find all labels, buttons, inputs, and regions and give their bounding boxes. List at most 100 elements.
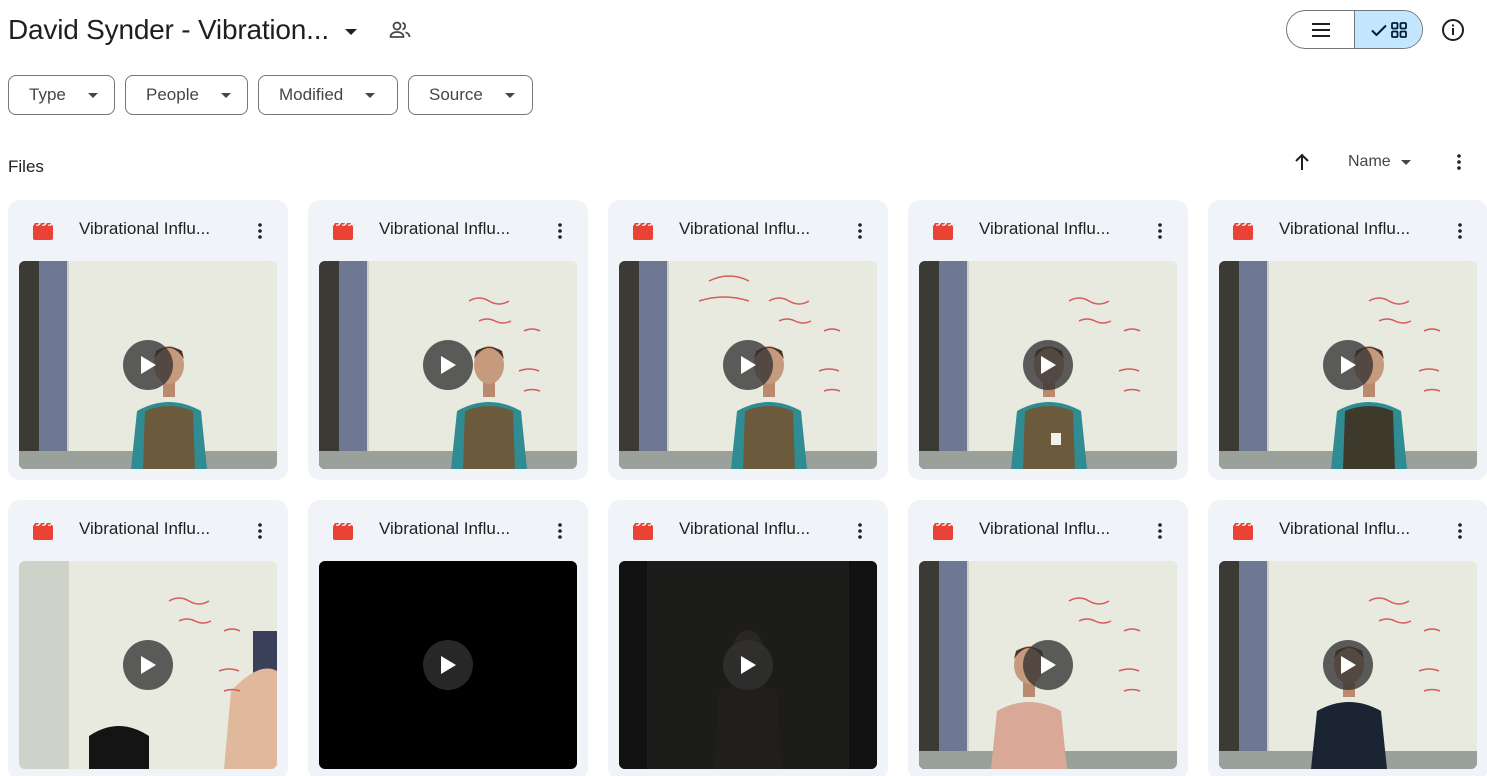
filter-modified-label: Modified [279, 85, 344, 104]
file-name: Vibrational Influ... [1279, 519, 1411, 538]
video-file-icon [1233, 523, 1253, 545]
play-button[interactable] [123, 640, 173, 690]
video-file-icon [633, 223, 653, 245]
chevron-down-icon [504, 92, 515, 98]
file-card-header: Vibrational Influ... [608, 500, 888, 560]
file-card-header: Vibrational Influ... [8, 200, 288, 260]
play-button[interactable] [423, 340, 473, 390]
grid-view-button[interactable] [1354, 11, 1422, 48]
play-button[interactable] [723, 340, 773, 390]
list-view-button[interactable] [1287, 11, 1354, 48]
play-icon [741, 356, 756, 374]
file-card[interactable]: Vibrational Influ... [908, 200, 1188, 480]
video-thumbnail[interactable] [619, 261, 877, 469]
file-more-options-button[interactable] [850, 220, 870, 242]
file-more-options-button[interactable] [550, 220, 570, 242]
file-name: Vibrational Influ... [679, 519, 811, 538]
play-button[interactable] [123, 340, 173, 390]
play-icon [141, 356, 156, 374]
more-options-button[interactable] [1449, 151, 1469, 173]
video-thumbnail[interactable] [919, 561, 1177, 769]
file-card-header: Vibrational Influ... [8, 500, 288, 560]
file-more-options-button[interactable] [1150, 520, 1170, 542]
filter-people-label: People [146, 85, 199, 104]
play-icon [1041, 656, 1056, 674]
sort-direction-button[interactable] [1291, 151, 1313, 173]
file-card-header: Vibrational Influ... [908, 500, 1188, 560]
play-button[interactable] [723, 640, 773, 690]
file-card-header: Vibrational Influ... [308, 200, 588, 260]
file-name: Vibrational Influ... [79, 219, 211, 238]
video-file-icon [33, 223, 53, 245]
chevron-down-icon [87, 92, 98, 98]
file-card[interactable]: Vibrational Influ... [308, 200, 588, 480]
filter-type-label: Type [29, 85, 66, 104]
file-more-options-button[interactable] [1450, 220, 1470, 242]
chevron-down-icon [365, 92, 376, 98]
more-vert-icon [258, 223, 262, 239]
file-card[interactable]: Vibrational Influ... [1208, 200, 1487, 480]
file-grid: Vibrational Influ... Vibrational Influ...… [8, 200, 1487, 776]
more-vert-icon [1158, 223, 1162, 239]
file-card-header: Vibrational Influ... [1208, 500, 1487, 560]
file-card[interactable]: Vibrational Influ... [1208, 500, 1487, 776]
play-icon [1341, 656, 1356, 674]
video-thumbnail[interactable] [919, 261, 1177, 469]
section-title: Files [8, 157, 44, 176]
play-button[interactable] [1323, 640, 1373, 690]
view-toggle [1286, 10, 1423, 49]
file-more-options-button[interactable] [250, 520, 270, 542]
more-vert-icon [1458, 223, 1462, 239]
video-thumbnail[interactable] [619, 561, 877, 769]
file-name: Vibrational Influ... [1279, 219, 1411, 238]
play-icon [441, 656, 456, 674]
more-vert-icon [1457, 154, 1461, 170]
file-more-options-button[interactable] [1150, 220, 1170, 242]
filter-people[interactable]: People [125, 75, 248, 115]
file-name: Vibrational Influ... [379, 519, 511, 538]
play-button[interactable] [1323, 340, 1373, 390]
filter-modified[interactable]: Modified [258, 75, 398, 115]
video-thumbnail[interactable] [19, 261, 277, 469]
header: David Synder - Vibration... [8, 10, 411, 50]
play-button[interactable] [1023, 640, 1073, 690]
more-vert-icon [1458, 523, 1462, 539]
video-thumbnail[interactable] [319, 261, 577, 469]
folder-menu-caret-icon[interactable] [344, 29, 357, 35]
filter-type[interactable]: Type [8, 75, 115, 115]
file-card[interactable]: Vibrational Influ... [8, 500, 288, 776]
play-icon [1341, 356, 1356, 374]
video-thumbnail[interactable] [319, 561, 577, 769]
sort-by-button[interactable]: Name [1348, 153, 1411, 171]
play-icon [741, 656, 756, 674]
video-thumbnail[interactable] [1219, 561, 1477, 769]
shared-people-icon[interactable] [389, 20, 411, 40]
info-button[interactable] [1440, 17, 1466, 43]
video-file-icon [933, 223, 953, 245]
file-card[interactable]: Vibrational Influ... [908, 500, 1188, 776]
file-card[interactable]: Vibrational Influ... [308, 500, 588, 776]
play-button[interactable] [1023, 340, 1073, 390]
file-more-options-button[interactable] [1450, 520, 1470, 542]
file-card-header: Vibrational Influ... [608, 200, 888, 260]
filter-source[interactable]: Source [408, 75, 533, 115]
file-name: Vibrational Influ... [679, 219, 811, 238]
info-icon [1442, 19, 1464, 41]
play-icon [441, 356, 456, 374]
filter-source-label: Source [429, 85, 483, 104]
file-card-header: Vibrational Influ... [308, 500, 588, 560]
chevron-down-icon [1400, 159, 1411, 165]
video-thumbnail[interactable] [1219, 261, 1477, 469]
play-icon [1041, 356, 1056, 374]
file-card[interactable]: Vibrational Influ... [608, 500, 888, 776]
video-file-icon [333, 523, 353, 545]
more-vert-icon [258, 523, 262, 539]
file-name: Vibrational Influ... [979, 219, 1111, 238]
file-card[interactable]: Vibrational Influ... [608, 200, 888, 480]
video-thumbnail[interactable] [19, 561, 277, 769]
play-button[interactable] [423, 640, 473, 690]
file-more-options-button[interactable] [850, 520, 870, 542]
file-more-options-button[interactable] [550, 520, 570, 542]
file-card[interactable]: Vibrational Influ... [8, 200, 288, 480]
file-more-options-button[interactable] [250, 220, 270, 242]
